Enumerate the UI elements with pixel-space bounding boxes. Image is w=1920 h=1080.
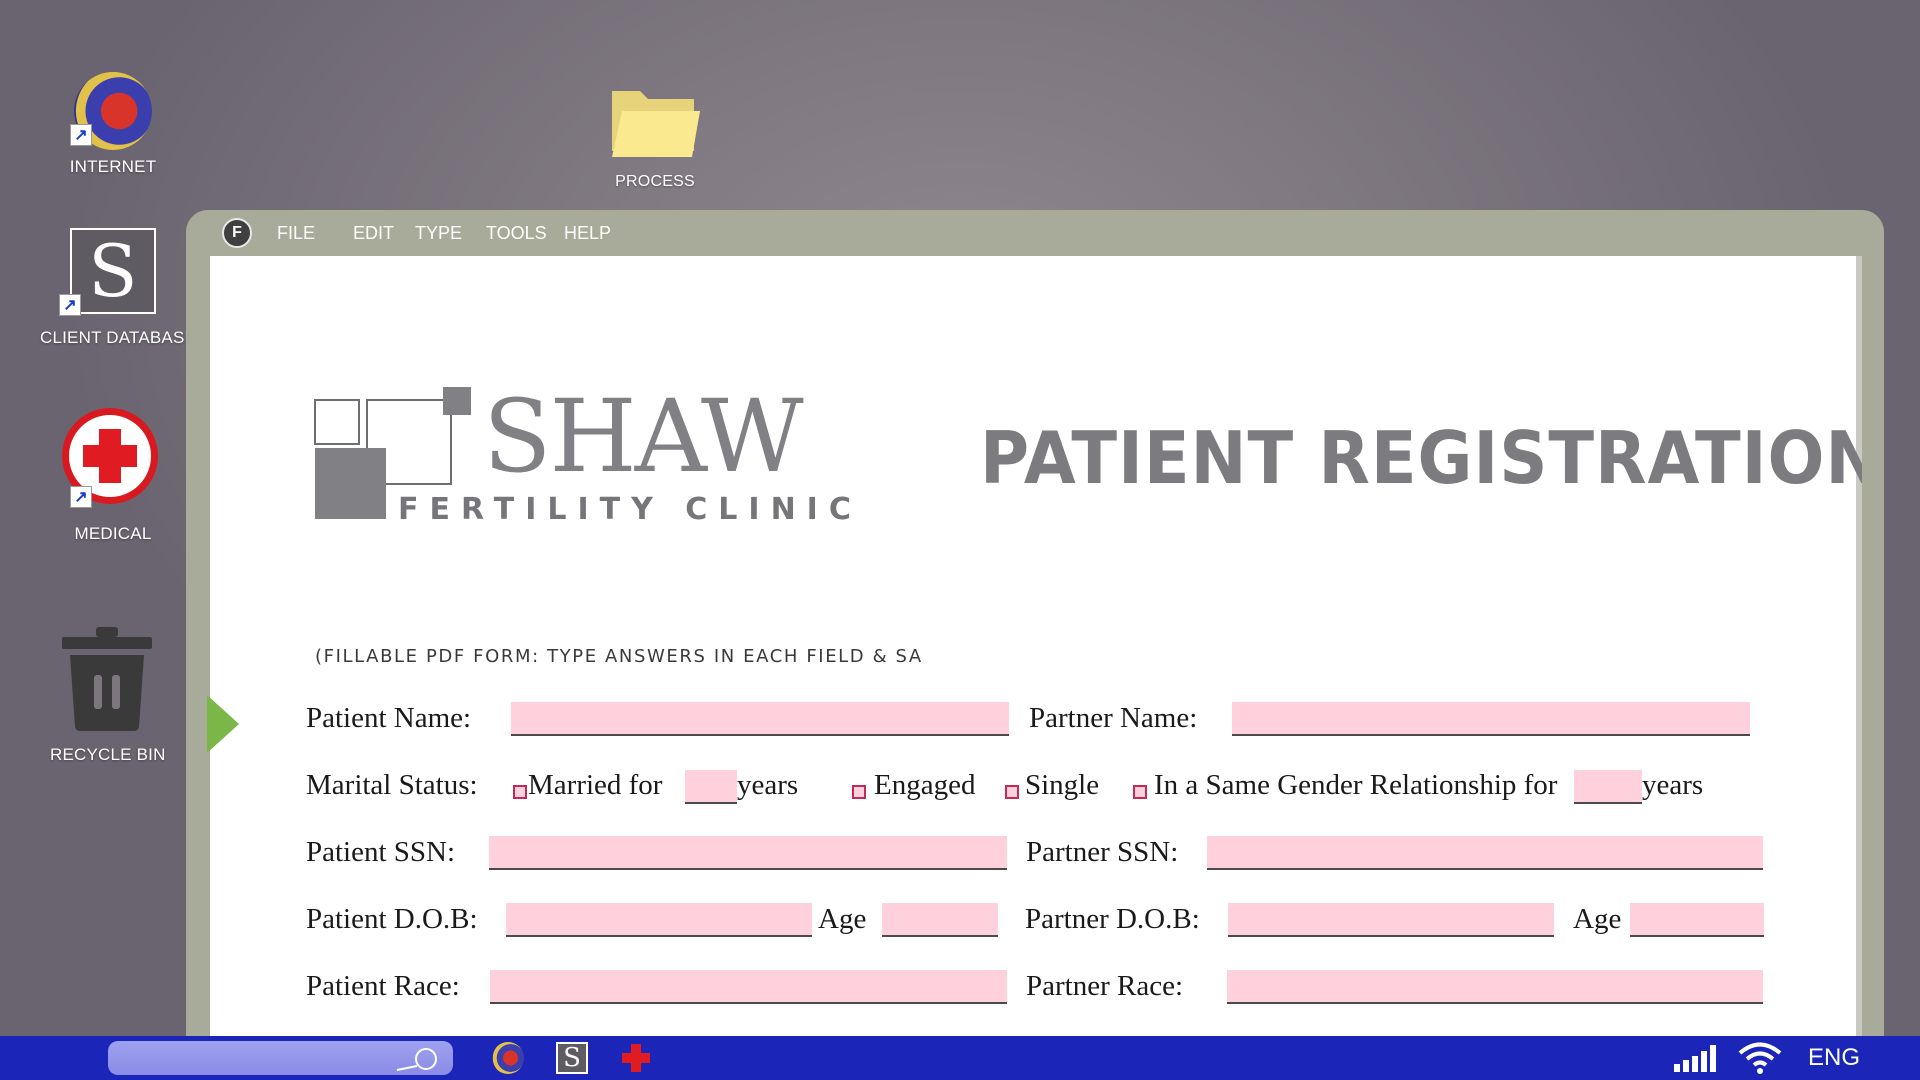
same-gender-label: In a Same Gender Relationship for [1154,769,1558,801]
patient-ssn-label: Patient SSN: [306,836,456,868]
shortcut-arrow-icon: ↗ [70,486,92,508]
partner-race-label: Partner Race: [1026,970,1184,1002]
shortcut-arrow-icon: ↗ [70,124,92,146]
current-field-marker-icon [207,695,239,753]
partner-name-field[interactable] [1232,702,1750,736]
married-for-label: Married for [528,769,663,801]
desktop-icon-label: MEDICAL [74,524,152,543]
pdf-form-window: F FILE EDIT TYPE TOOLS HELP SHAW FERTILI… [186,210,1884,1080]
married-checkbox[interactable] [513,785,527,799]
same-gender-years-field[interactable] [1574,770,1642,804]
partner-dob-label: Partner D.O.B: [1025,903,1200,935]
language-indicator[interactable]: ENG [1808,1044,1860,1072]
single-label: Single [1025,769,1100,801]
desktop-icon-label: CLIENT DATABASE [40,328,197,347]
patient-name-label: Patient Name: [306,702,472,734]
engaged-checkbox[interactable] [852,785,866,799]
search-icon [396,1048,437,1071]
same-gender-checkbox[interactable] [1133,785,1147,799]
patient-dob-label: Patient D.O.B: [306,903,478,935]
partner-age-field[interactable] [1630,903,1764,937]
years-label: years [737,769,799,801]
patient-race-field[interactable] [490,970,1007,1004]
patient-age-label: Age [818,903,867,935]
clinic-subname: FERTILITY CLINIC [398,492,862,527]
desktop-icon-label: PROCESS [615,173,695,190]
menu-tools[interactable]: TOOLS [486,223,547,244]
single-checkbox[interactable] [1005,785,1019,799]
taskbar-medical-icon[interactable] [620,1042,652,1074]
clinic-name: SHAW [483,378,804,495]
page-edge [1856,256,1862,1080]
desktop-icon-label: RECYCLE BIN [50,745,166,764]
partner-dob-field[interactable] [1228,903,1554,937]
signal-strength-icon [1674,1045,1716,1072]
taskbar-search-input[interactable] [108,1041,453,1075]
partner-name-label: Partner Name: [1029,702,1198,734]
menu-help[interactable]: HELP [564,223,611,244]
years-label: years [1642,769,1704,801]
trash-icon [62,627,152,731]
shortcut-arrow-icon: ↗ [59,294,81,316]
form-title: PATIENT REGISTRATION [980,416,1862,500]
client-database-icon: S [70,228,156,314]
folder-icon [612,91,700,157]
partner-ssn-field[interactable] [1207,836,1763,870]
menu-bar: F FILE EDIT TYPE TOOLS HELP [186,210,1884,256]
partner-age-label: Age [1573,903,1622,935]
patient-dob-field[interactable] [506,903,812,937]
menu-type[interactable]: TYPE [415,223,462,244]
app-logo-icon[interactable]: F [222,218,252,248]
document-page: SHAW FERTILITY CLINIC PATIENT REGISTRATI… [210,256,1862,1080]
taskbar-client-database-icon[interactable]: S [556,1042,588,1074]
patient-race-label: Patient Race: [306,970,460,1002]
marital-status-label: Marital Status: [306,769,478,801]
desktop-icon-label: INTERNET [69,157,157,176]
medical-cross-icon [622,1044,650,1072]
wifi-icon [1738,1042,1782,1074]
partner-ssn-label: Partner SSN: [1026,836,1179,868]
patient-age-field[interactable] [882,903,998,937]
patient-ssn-field[interactable] [489,836,1007,870]
engaged-label: Engaged [874,769,976,801]
menu-edit[interactable]: EDIT [353,223,394,244]
menu-file[interactable]: FILE [277,223,315,244]
patient-name-field[interactable] [511,702,1009,736]
partner-race-field[interactable] [1227,970,1763,1004]
taskbar-internet-icon[interactable] [492,1042,524,1074]
married-years-field[interactable] [685,770,737,804]
taskbar: S ENG [0,1036,1920,1080]
form-instructions: (FILLABLE PDF FORM: TYPE ANSWERS IN EACH… [315,646,923,667]
